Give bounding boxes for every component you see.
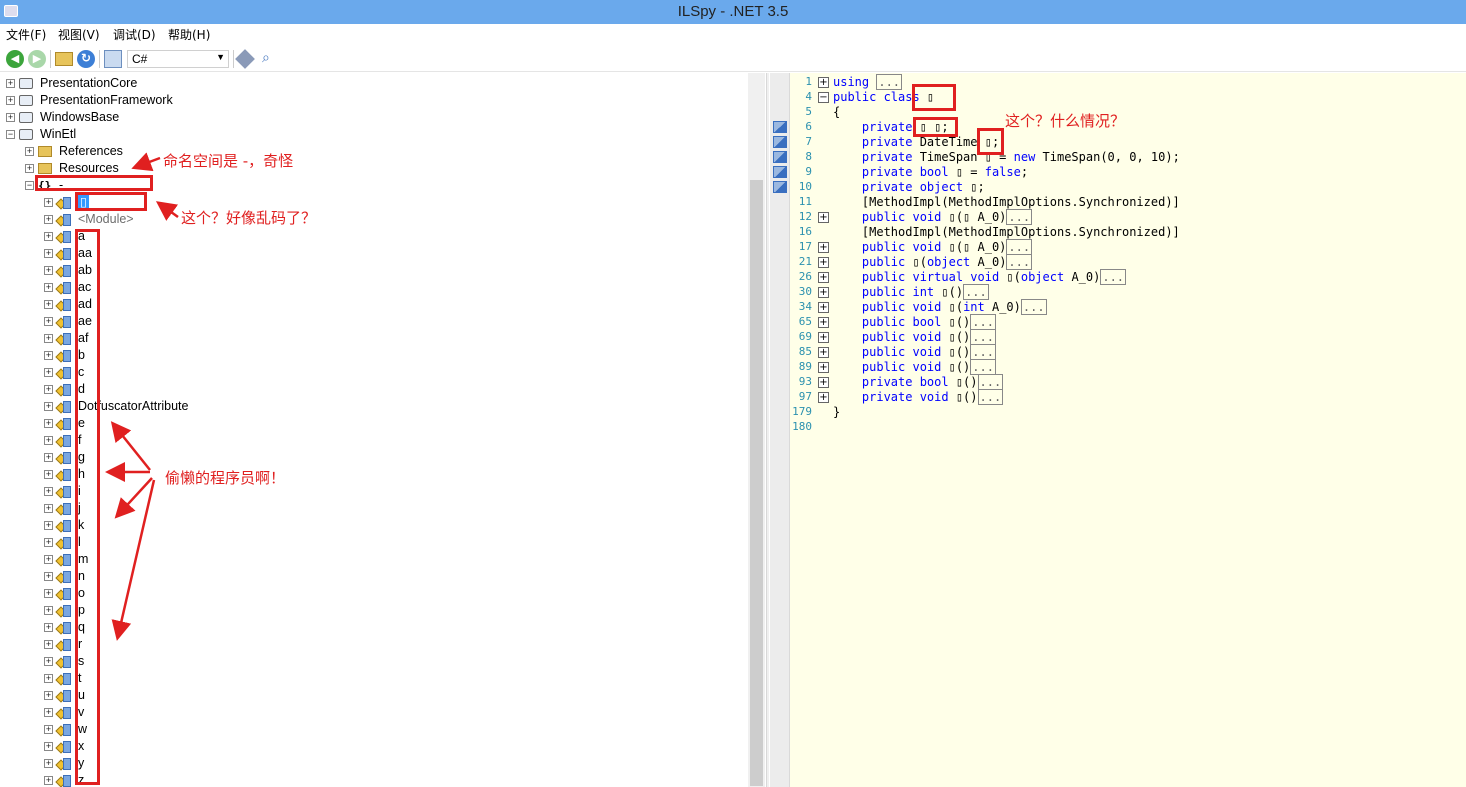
garbled-arrow bbox=[155, 201, 179, 221]
namespace-arrow bbox=[131, 152, 161, 172]
annotation-arrows bbox=[105, 152, 179, 641]
lazy-arrow-1 bbox=[110, 421, 151, 471]
lazy-arrow-4 bbox=[111, 479, 156, 641]
